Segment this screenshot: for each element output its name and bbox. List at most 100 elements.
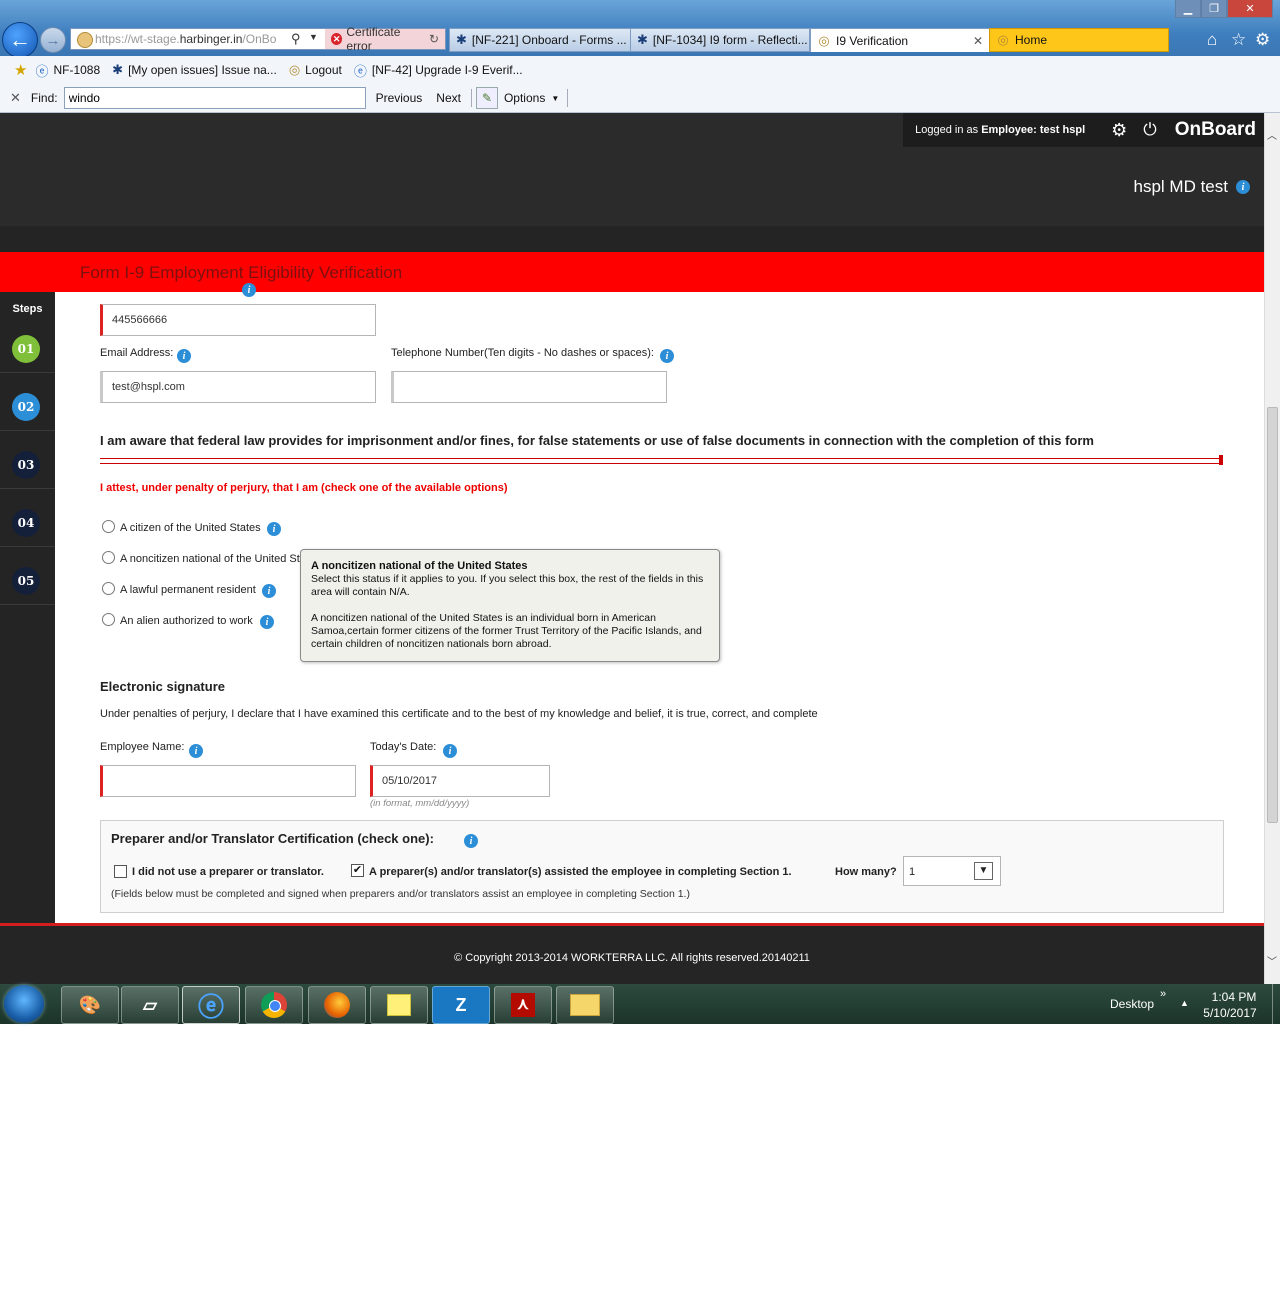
ie-icon[interactable]: ⓔ — [182, 986, 240, 1024]
site-icon: ◎ — [818, 32, 830, 48]
notepad-icon[interactable]: ▱ — [121, 986, 179, 1024]
ie-icon: ⓔ — [353, 63, 367, 79]
date-format-hint: (in format, mm/dd/yyyy) — [370, 798, 470, 809]
find-input[interactable] — [63, 87, 366, 109]
login-box: Logged in as Employee: test hspl ⚙ ⏻ OnB… — [903, 113, 1264, 147]
find-options-button[interactable]: Options — [504, 91, 545, 105]
certificate-error[interactable]: ✕ Certificate error ↻ — [325, 25, 445, 53]
login-status: Logged in as Employee: test hspl — [915, 124, 1086, 136]
email-field[interactable]: test@hspl.com — [100, 371, 376, 403]
tab-i9-verification[interactable]: ◎ I9 Verification ✕ — [810, 28, 990, 52]
sticky-notes-icon[interactable] — [370, 986, 428, 1024]
find-label: Find: — [30, 91, 58, 105]
maximize-button[interactable]: ❐ — [1201, 0, 1227, 18]
paint-icon[interactable]: 🎨 — [61, 986, 119, 1024]
forward-button[interactable]: → — [40, 27, 66, 53]
address-bar[interactable]: https://wt-stage.harbinger.in/OnBo ⚲ ▼ ✕… — [70, 25, 446, 53]
tooltip-text: Select this status if it applies to you.… — [311, 573, 704, 598]
phone-field[interactable] — [391, 371, 667, 403]
gear-icon[interactable]: ⚙ — [1111, 120, 1127, 141]
chevron-right-icon[interactable]: » — [1160, 988, 1166, 1000]
scroll-down-icon[interactable]: ﹀ — [1267, 953, 1277, 968]
home-icon[interactable]: ⌂ — [1207, 30, 1217, 50]
tab-label: [NF-1034] I9 form - Reflecti... — [652, 33, 808, 47]
step-02[interactable]: 02 — [12, 393, 40, 421]
start-button[interactable] — [4, 985, 44, 1023]
vertical-scrollbar[interactable]: ︿ ﹀ — [1264, 113, 1280, 984]
desktop-toolbar[interactable]: Desktop — [1110, 997, 1154, 1011]
step-01[interactable]: 01 — [12, 335, 40, 363]
gear-icon[interactable]: ⚙ — [1255, 30, 1270, 50]
file-explorer-icon[interactable] — [556, 986, 614, 1024]
info-icon[interactable]: i — [660, 349, 674, 363]
favorite-logout[interactable]: ◎ Logout — [289, 62, 342, 78]
employee-name-field[interactable] — [100, 765, 356, 797]
find-bar: ✕ Find: Previous Next ✎ Options ▼ — [0, 84, 1280, 113]
alien-authorized-radio[interactable] — [102, 613, 115, 626]
info-icon[interactable]: i — [189, 744, 203, 758]
tab-home[interactable]: ◎ Home — [989, 28, 1169, 52]
refresh-icon[interactable]: ↻ — [429, 32, 439, 46]
highlight-matches-icon[interactable]: ✎ — [475, 87, 498, 109]
info-icon[interactable]: i — [1236, 180, 1250, 194]
noncitizen-tooltip: A noncitizen national of the United Stat… — [300, 549, 720, 662]
favorite-nf-1088[interactable]: ⓔ NF-1088 — [35, 61, 100, 80]
dropdown-arrow-icon[interactable]: ▼ — [309, 32, 318, 42]
info-icon[interactable]: i — [443, 744, 457, 758]
no-preparer-label: I did not use a preparer or translator. — [132, 866, 324, 878]
minimize-button[interactable]: ▁ — [1175, 0, 1201, 18]
firefox-icon[interactable] — [308, 986, 366, 1024]
close-find-icon[interactable]: ✕ — [10, 90, 21, 106]
close-tab-icon[interactable]: ✕ — [973, 34, 983, 48]
info-icon[interactable]: i — [242, 283, 256, 297]
citizen-radio[interactable] — [102, 520, 115, 533]
divider-end — [1219, 455, 1223, 465]
ssn-field[interactable]: 445566666 — [100, 304, 376, 336]
favorite-nf-42[interactable]: ⓔ [NF-42] Upgrade I-9 Everif... — [354, 61, 523, 80]
date-field[interactable]: 05/10/2017 — [370, 765, 550, 797]
no-preparer-checkbox[interactable] — [114, 865, 127, 878]
preparer-assisted-checkbox[interactable]: ✔ — [351, 864, 364, 877]
error-icon: ✕ — [331, 33, 343, 45]
back-button[interactable]: ← — [2, 22, 38, 58]
copyright-text: © Copyright 2013-2014 WORKTERRA LLC. All… — [454, 952, 810, 964]
how-many-label: How many? — [835, 866, 897, 878]
step-05[interactable]: 05 — [12, 567, 40, 595]
find-next-button[interactable]: Next — [436, 91, 461, 105]
chevron-down-icon: ▼ — [551, 93, 560, 103]
show-desktop-button[interactable] — [1272, 984, 1280, 1024]
z-app-icon[interactable]: Z — [432, 986, 490, 1024]
footer: © Copyright 2013-2014 WORKTERRA LLC. All… — [0, 926, 1264, 984]
info-icon[interactable]: i — [464, 834, 478, 848]
close-window-button[interactable]: ✕ — [1227, 0, 1273, 18]
scrollbar-thumb[interactable] — [1267, 407, 1278, 823]
favorites-star-icon[interactable]: ☆ — [1231, 30, 1246, 50]
search-icon[interactable]: ⚲ — [291, 31, 301, 47]
form-title-banner: Form I-9 Employment Eligibility Verifica… — [0, 252, 1264, 292]
info-icon[interactable]: i — [177, 349, 191, 363]
info-icon[interactable]: i — [267, 522, 281, 536]
clock-date[interactable]: 5/10/2017 — [1200, 1006, 1260, 1020]
preparer-heading: Preparer and/or Translator Certification… — [111, 831, 434, 846]
acrobat-icon[interactable]: ⋏ — [494, 986, 552, 1024]
tab-nf-1034[interactable]: ✱ [NF-1034] I9 form - Reflecti... — [630, 28, 810, 52]
noncitizen-national-radio[interactable] — [102, 551, 115, 564]
scroll-up-icon[interactable]: ︿ — [1267, 127, 1277, 142]
show-hidden-icons-icon[interactable]: ▲ — [1180, 998, 1189, 1008]
info-icon[interactable]: i — [262, 584, 276, 598]
tab-nf-221[interactable]: ✱ [NF-221] Onboard - Forms ... — [449, 28, 631, 52]
how-many-select[interactable]: 1 ▼ — [903, 856, 1001, 886]
favorite-my-open-issues[interactable]: ✱ [My open issues] Issue na... — [112, 62, 277, 78]
info-icon[interactable]: i — [260, 615, 274, 629]
power-icon[interactable]: ⏻ — [1143, 120, 1156, 140]
step-03[interactable]: 03 — [12, 451, 40, 479]
find-previous-button[interactable]: Previous — [376, 91, 423, 105]
divider — [470, 89, 472, 107]
steps-sidebar: Steps 01 02 03 04 05 — [0, 292, 55, 923]
favorite-label: [My open issues] Issue na... — [128, 63, 277, 77]
step-04[interactable]: 04 — [12, 509, 40, 537]
clock-time[interactable]: 1:04 PM — [1204, 990, 1264, 1004]
chrome-icon[interactable] — [245, 986, 303, 1024]
permanent-resident-radio[interactable] — [102, 582, 115, 595]
add-favorites-icon[interactable]: ★ — [14, 61, 27, 79]
